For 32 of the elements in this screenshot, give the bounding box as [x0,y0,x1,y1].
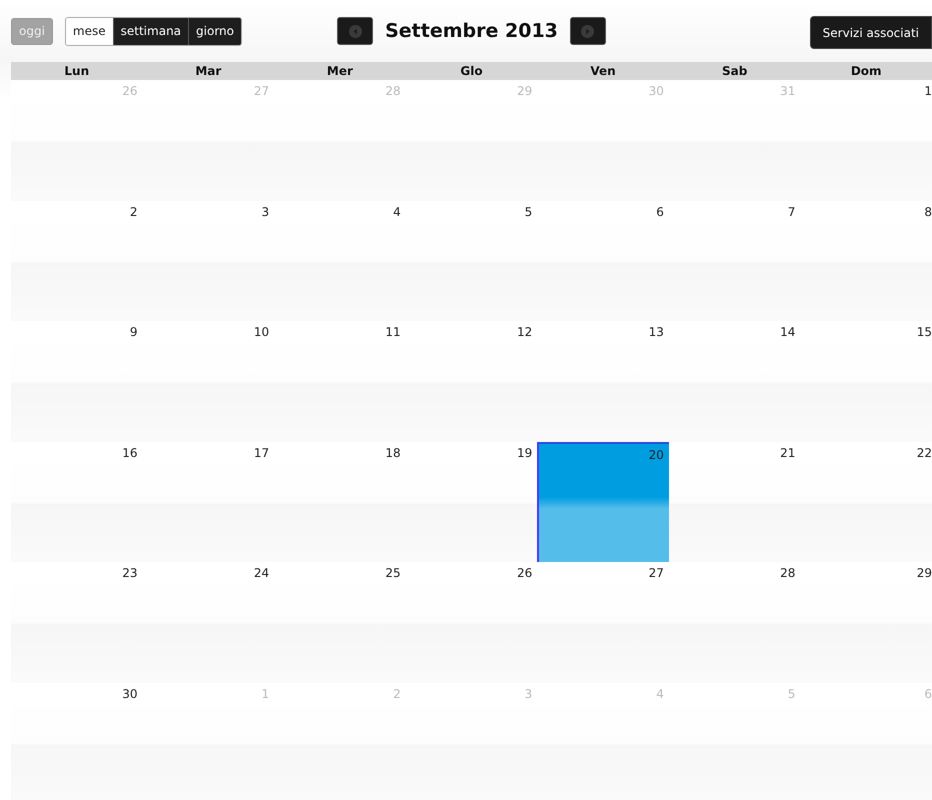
day-cell[interactable]: 7 [668,200,800,321]
day-cell[interactable]: 3 [142,200,274,321]
view-tab[interactable]: giorno [188,18,241,44]
next-button[interactable] [570,17,606,45]
weekday-header: Dom [850,63,883,80]
chevron-left-icon [348,24,362,38]
associated-services-button[interactable]: Servizi associati [810,16,932,49]
month-title: Settembre 2013 [385,20,558,42]
weekday-header: Mar [194,63,222,80]
day-cell[interactable]: 16 [11,442,143,562]
view-tab[interactable]: settimana [112,18,188,44]
day-cell[interactable]: 8 [800,200,932,321]
view-tab[interactable]: mese [66,18,113,44]
selected-day-cell[interactable]: 20 [537,442,669,562]
day-cell[interactable]: 22 [800,442,932,562]
day-cell[interactable]: 17 [142,442,274,562]
day-cell[interactable]: 5 [406,200,538,321]
day-cell[interactable]: 19 [406,442,538,562]
day-cell[interactable]: 30 [11,682,143,800]
weekday-header: Glo [459,63,484,80]
day-cell[interactable]: 18 [274,442,406,562]
weekday-header: Ven [589,63,617,80]
day-cell[interactable]: 1 [800,80,932,200]
weekday-header: Sab [720,63,748,80]
weekday-header: Mer [326,63,354,80]
previous-button[interactable] [337,17,374,45]
day-cell[interactable]: 4 [274,200,406,321]
weekday-header: Lun [63,63,90,80]
day-cell[interactable]: 6 [537,200,669,321]
day-cell[interactable]: 21 [668,442,800,562]
chevron-right-icon [581,24,594,38]
day-cell[interactable]: 2 [11,200,143,321]
